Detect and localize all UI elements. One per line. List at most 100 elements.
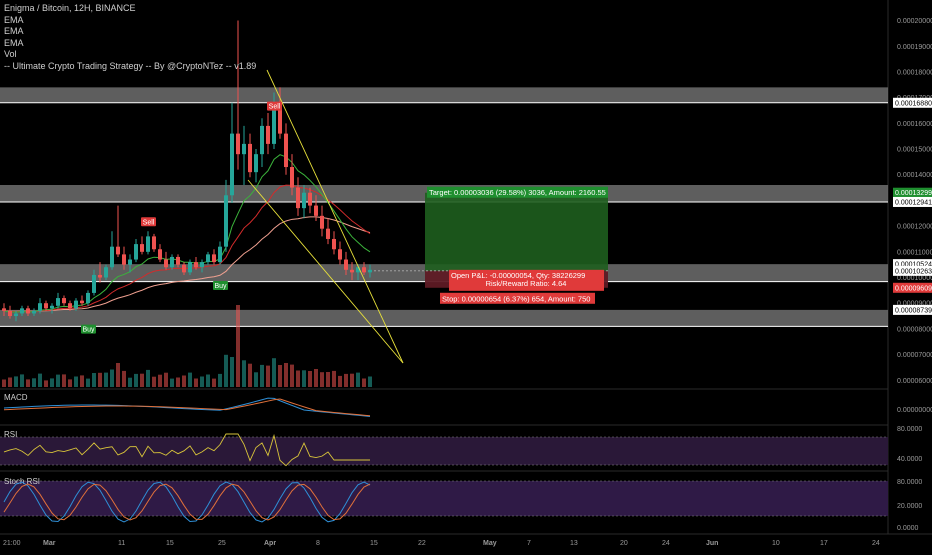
time-axis-tick: 15	[370, 540, 378, 547]
candle-body	[302, 192, 306, 209]
time-axis-tick: 20	[620, 540, 628, 547]
candle-body	[332, 238, 336, 250]
volume-bar	[50, 378, 54, 387]
candle-body	[86, 292, 90, 304]
legend-ema-1[interactable]: EMA	[4, 15, 256, 27]
volume-bar	[176, 377, 180, 387]
volume-bar	[362, 378, 366, 387]
candle-body	[110, 246, 114, 268]
volume-bar	[62, 374, 66, 387]
volume-bar	[92, 373, 96, 387]
candle-body	[152, 236, 156, 250]
volume-bar	[290, 364, 294, 387]
volume-bar	[20, 374, 24, 387]
volume-bar	[356, 372, 360, 387]
candle-body	[290, 167, 294, 188]
volume-bar	[74, 376, 78, 387]
chart-svg[interactable]: Buy Sell Buy Sell Target: 0.00003036 (29.58%…	[0, 0, 932, 550]
stoch-axis-tick: 80.0000	[897, 479, 922, 486]
signal-marker-sell: Sell	[141, 217, 156, 227]
time-axis-tick: 10	[772, 540, 780, 547]
legend-ema-2[interactable]: EMA	[4, 26, 256, 38]
price-axis-tick: 0.00019000	[897, 44, 932, 51]
rsi-axis-tick: 80.0000	[897, 426, 922, 433]
candle-body	[122, 254, 126, 265]
volume-bar	[152, 376, 156, 387]
volume-bar	[296, 370, 300, 387]
rsi-band	[0, 437, 888, 465]
position-rr-label: Risk/Reward Ratio: 4.64	[486, 279, 567, 288]
candle-body	[236, 133, 240, 155]
volume-bar	[272, 358, 276, 387]
volume-bar	[212, 378, 216, 387]
time-axis-tick: Jun	[706, 540, 718, 547]
volume-bar	[80, 375, 84, 387]
volume-bar	[200, 376, 204, 387]
signal-marker-buy: Buy	[81, 324, 96, 334]
volume-bar	[134, 373, 138, 387]
candle-body	[140, 244, 144, 252]
time-axis-tick: 22	[418, 540, 426, 547]
price-axis-tick: 0.00020000	[897, 18, 932, 25]
volume-bar	[278, 365, 282, 387]
time-axis-tick: 21:00	[3, 540, 21, 547]
volume-bar	[368, 376, 372, 387]
candle-body	[14, 313, 18, 317]
candle-body	[116, 246, 120, 255]
time-axis-tick: 24	[662, 540, 670, 547]
position-stop-label: Stop: 0.00000654 (6.37%) 654, Amount: 75…	[442, 294, 590, 303]
candle-body	[128, 259, 132, 265]
legend-strategy[interactable]: -- Ultimate Crypto Trading Strategy -- B…	[4, 61, 256, 73]
volume-bar	[38, 373, 42, 387]
candle-body	[92, 274, 96, 293]
volume-bar	[128, 377, 132, 387]
volume-bar	[2, 379, 6, 387]
time-axis-tick: May	[483, 540, 497, 547]
candle-body	[176, 256, 180, 265]
price-axis-tick: 0.00010000	[897, 275, 932, 282]
candle-body	[38, 303, 42, 311]
volume-bar	[242, 360, 246, 387]
volume-bar	[308, 371, 312, 387]
candle-body	[272, 107, 276, 144]
time-axis-tick: 17	[820, 540, 828, 547]
legend-vol[interactable]: Vol	[4, 49, 256, 61]
volume-bar	[332, 370, 336, 387]
time-axis-tick: 7	[527, 540, 531, 547]
volume-bar	[236, 305, 240, 387]
signal-label: Buy	[82, 327, 95, 334]
candle-body	[32, 310, 36, 314]
candle-body	[308, 192, 312, 206]
chart-stage[interactable]: Buy Sell Buy Sell Target: 0.00003036 (29.58%…	[0, 0, 932, 550]
volume-bar	[14, 376, 18, 387]
volume-bar	[284, 363, 288, 387]
volume-bar	[8, 377, 12, 387]
price-tag: 0.00013299	[895, 190, 932, 197]
candle-body	[284, 133, 288, 168]
candle-body	[80, 300, 84, 304]
time-axis-tick: 13	[570, 540, 578, 547]
legend-ema-3[interactable]: EMA	[4, 38, 256, 50]
signal-marker-sell: Sell	[267, 101, 282, 111]
price-axis-tick: 0.00015000	[897, 147, 932, 154]
volume-bar	[170, 378, 174, 387]
price-axis-tick: 0.00011000	[897, 249, 932, 256]
volume-bar	[188, 372, 192, 387]
candle-body	[296, 187, 300, 209]
rsi-label: RSI	[4, 430, 17, 439]
candle-body	[2, 308, 6, 311]
price-axis-tick: 0.00007000	[897, 352, 932, 359]
candle-body	[68, 303, 72, 309]
candle-body	[218, 246, 222, 263]
legend-symbol[interactable]: Enigma / Bitcoin, 12H, BINANCE	[4, 3, 256, 15]
candle-body	[188, 262, 192, 273]
candle-body	[326, 228, 330, 239]
candle-body	[224, 195, 228, 247]
stoch-rsi-label: Stoch RSI	[4, 477, 40, 486]
candle-body	[242, 143, 246, 155]
volume-bar	[158, 374, 162, 387]
volume-bar	[104, 372, 108, 387]
volume-bar	[116, 363, 120, 387]
volume-bar	[86, 378, 90, 387]
candle-body	[44, 303, 48, 309]
